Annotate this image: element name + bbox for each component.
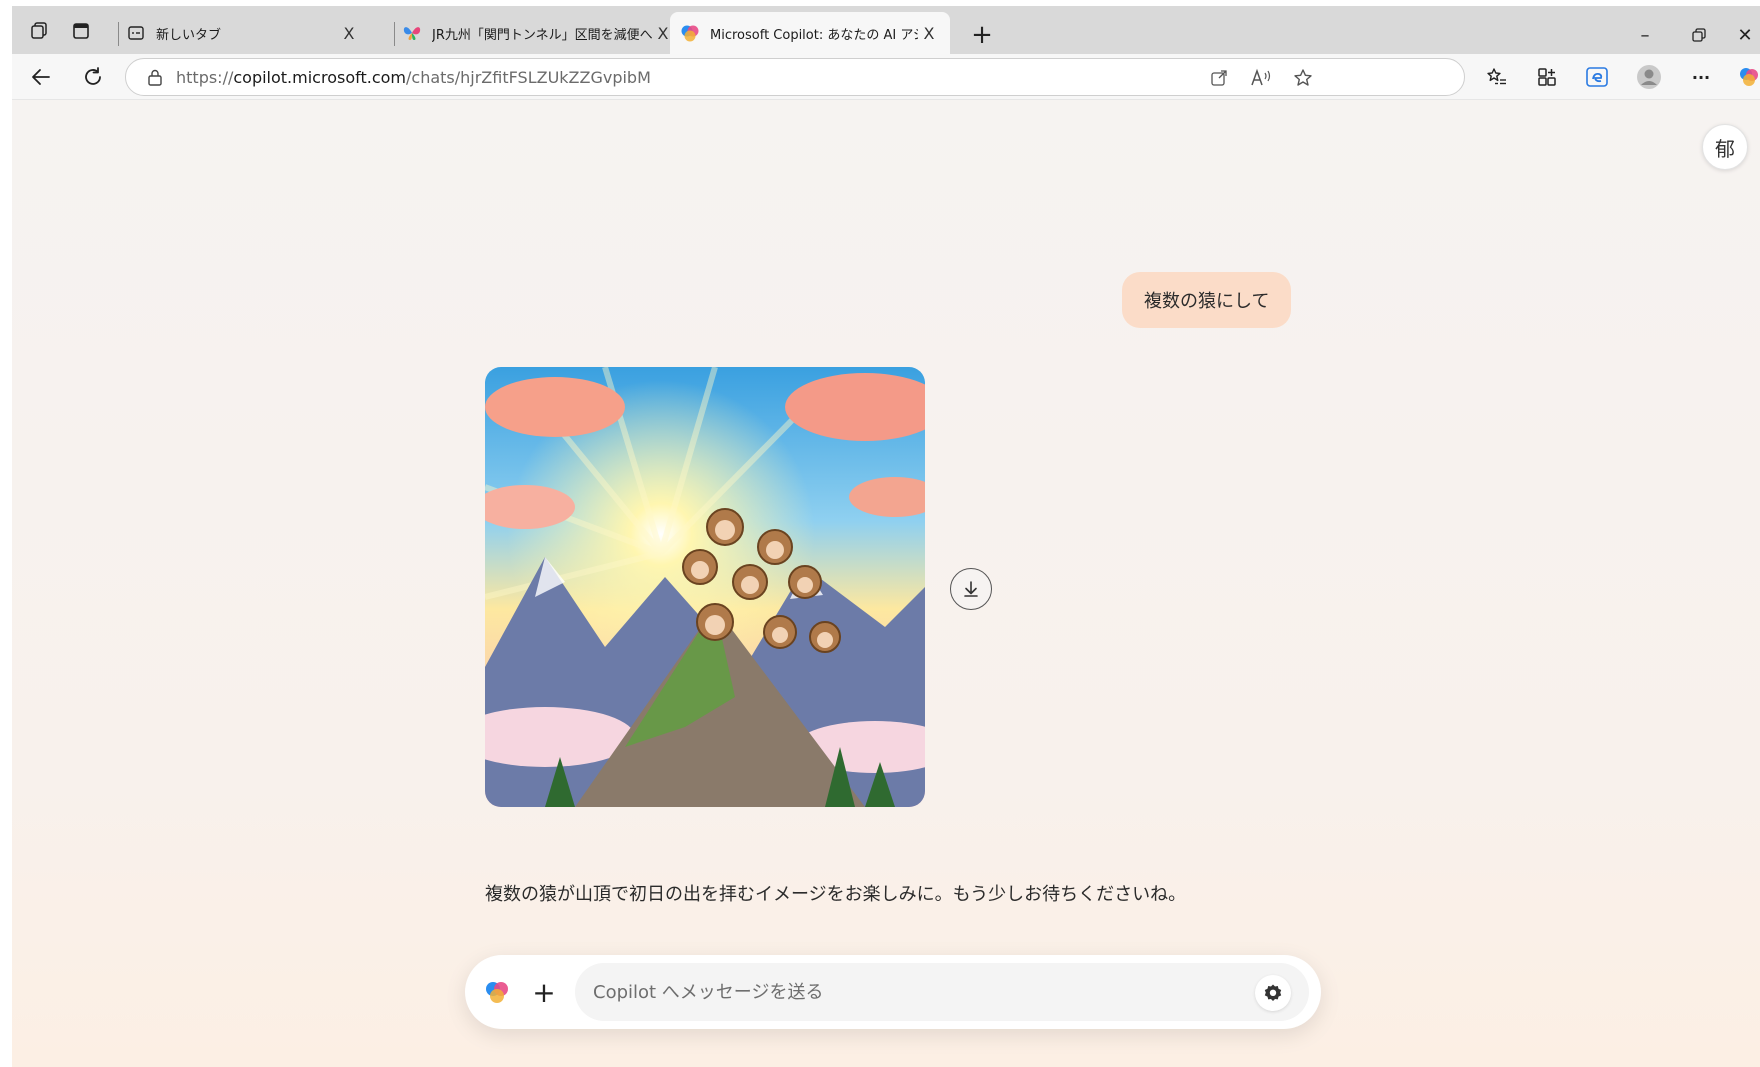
back-button[interactable] [26,62,56,92]
navigation-bar: https://copilot.microsoft.com/chats/hjrZ… [12,54,1760,100]
lock-icon[interactable] [146,68,164,86]
tab-separator [118,22,119,46]
tab-title: Microsoft Copilot: あなたの AI アシ [710,27,918,43]
tab-title: JR九州「関門トンネル」区間を減便へ [432,27,652,43]
read-aloud-icon [1251,68,1271,86]
url-prefix: https:// [176,68,234,87]
refresh-icon [85,67,101,85]
tab-copilot[interactable]: Microsoft Copilot: あなたの AI アシ X [670,12,950,54]
tab-title: 新しいタブ [156,27,222,43]
tab-news[interactable]: JR九州「関門トンネル」区間を減便へ X [402,12,674,54]
url-text[interactable]: https://copilot.microsoft.com/chats/hjrZ… [176,68,651,87]
download-icon [964,581,978,597]
minimize-button[interactable]: – [1630,20,1660,50]
copilot-logo-icon[interactable] [483,978,511,1006]
browser-window: 新しいタブ X JR九州「関門トンネル」区間を減便へ X Microsoft C… [0,0,1760,1067]
gear-icon [1264,984,1282,1001]
address-bar[interactable]: https://copilot.microsoft.com/chats/hjrZ… [125,58,1465,96]
restore-button[interactable] [1684,20,1714,50]
collections-button[interactable] [1532,62,1562,92]
assistant-reply: 複数の猿が山頂で初日の出を拝むイメージをお楽しみに。もう少しお待ちくださいね。 [485,884,1187,905]
new-tab-icon [126,23,146,43]
generated-image[interactable] [485,367,925,807]
tab-close-button[interactable]: X [338,22,360,44]
profile-button[interactable] [1634,62,1664,92]
monkeys-on-mountain-image [485,367,925,807]
user-message: 複数の猿にして [1122,272,1292,328]
more-button[interactable]: ··· [1686,62,1716,92]
close-window-button[interactable]: ✕ [1730,20,1760,50]
read-aloud-button[interactable] [1250,67,1272,89]
profile-avatar[interactable]: 郁 [1702,124,1748,170]
refresh-button[interactable] [78,62,108,92]
tab-strip: 新しいタブ X JR九州「関門トンネル」区間を減便へ X Microsoft C… [12,6,1760,54]
open-in-app-button[interactable] [1208,67,1230,89]
edge-button[interactable] [1582,62,1612,92]
tab-new-tab[interactable]: 新しいタブ X [126,12,360,54]
star-icon [1294,69,1312,86]
new-tab-button[interactable]: + [967,20,997,50]
tab-close-button[interactable]: X [918,22,940,44]
favorite-button[interactable] [1292,67,1314,89]
copilot-tab-icon [680,23,700,43]
workspaces-icon[interactable] [26,18,52,44]
vertical-tabs-icon[interactable] [68,18,94,44]
copilot-page: 郁 複数の猿にして 複数の猿が山頂で初日の出を拝むイメージをお楽しみに。もう少し… [12,100,1760,1067]
butterfly-icon [402,23,422,43]
open-external-icon [1211,70,1227,86]
message-input[interactable] [575,963,1309,1021]
avatar-icon [1637,65,1661,89]
settings-button[interactable] [1255,975,1291,1011]
url-domain: copilot.microsoft.com [233,68,406,87]
download-image-button[interactable] [950,568,992,610]
edge-icon [1586,67,1608,87]
tab-separator [394,22,395,46]
copilot-sidebar-button[interactable] [1734,62,1760,92]
url-path: /chats/hjrZfitFSLZUkZZGvpibM [406,68,651,87]
message-composer: + [465,955,1321,1029]
favorites-button[interactable] [1482,62,1512,92]
restore-icon [1692,28,1706,42]
add-attachment-button[interactable]: + [529,976,559,1009]
copilot-icon [1740,68,1758,86]
back-arrow-icon [32,69,50,85]
collections-icon [1538,68,1556,86]
favorites-icon [1487,68,1506,85]
